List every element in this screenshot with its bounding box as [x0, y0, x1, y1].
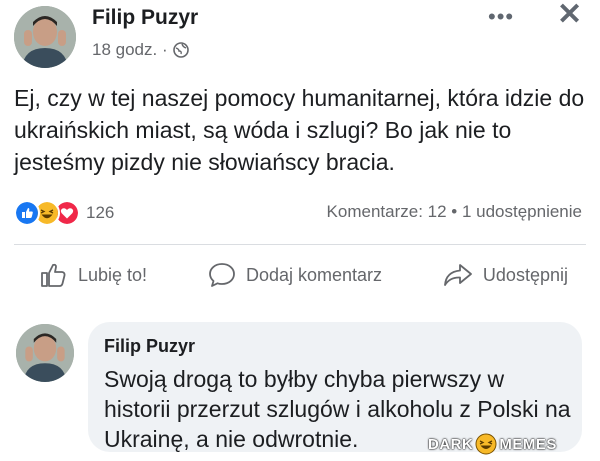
commenter-avatar[interactable] — [16, 324, 74, 382]
share-label: Udostępnij — [482, 264, 568, 285]
reactions-summary[interactable]: 126 — [14, 200, 114, 226]
comment-label: Dodaj komentarz — [245, 264, 383, 285]
like-label: Lubię to! — [78, 264, 148, 285]
divider — [14, 244, 586, 245]
comment-icon — [209, 263, 235, 287]
author-avatar[interactable] — [14, 6, 76, 68]
reaction-count: 126 — [86, 203, 115, 222]
avatar-photo-icon — [16, 324, 74, 382]
post-text: Ej, czy w tej naszej pomocy humanitarnej… — [14, 85, 585, 175]
post-author-name[interactable]: Filip Puzyr — [92, 6, 198, 30]
post-time[interactable]: 18 godz. · — [92, 40, 168, 60]
watermark-left: DARK — [428, 435, 474, 453]
laughing-face-icon — [475, 433, 497, 455]
more-options-icon[interactable]: ••• — [488, 4, 514, 30]
post-meta: 18 godz. · — [92, 40, 189, 60]
like-button[interactable]: Lubię to! — [40, 262, 147, 288]
watermark-right: MEMES — [499, 435, 557, 453]
comment-author-name[interactable]: Filip Puzyr — [104, 336, 195, 357]
share-button[interactable]: Udostępnij — [443, 262, 568, 288]
post-stats[interactable]: Komentarze: 12 • 1 udostępnienie — [327, 202, 582, 222]
like-icon — [14, 200, 40, 226]
thumbs-up-icon — [41, 263, 66, 287]
post-actions: Lubię to! Dodaj komentarz Udostępnij — [14, 262, 586, 288]
globe-icon — [172, 42, 189, 58]
share-icon — [444, 264, 472, 286]
comment-button[interactable]: Dodaj komentarz — [208, 262, 382, 288]
watermark: DARK MEMES — [428, 433, 557, 455]
close-icon[interactable]: ✕ — [557, 0, 582, 32]
avatar-photo-icon — [14, 6, 76, 68]
